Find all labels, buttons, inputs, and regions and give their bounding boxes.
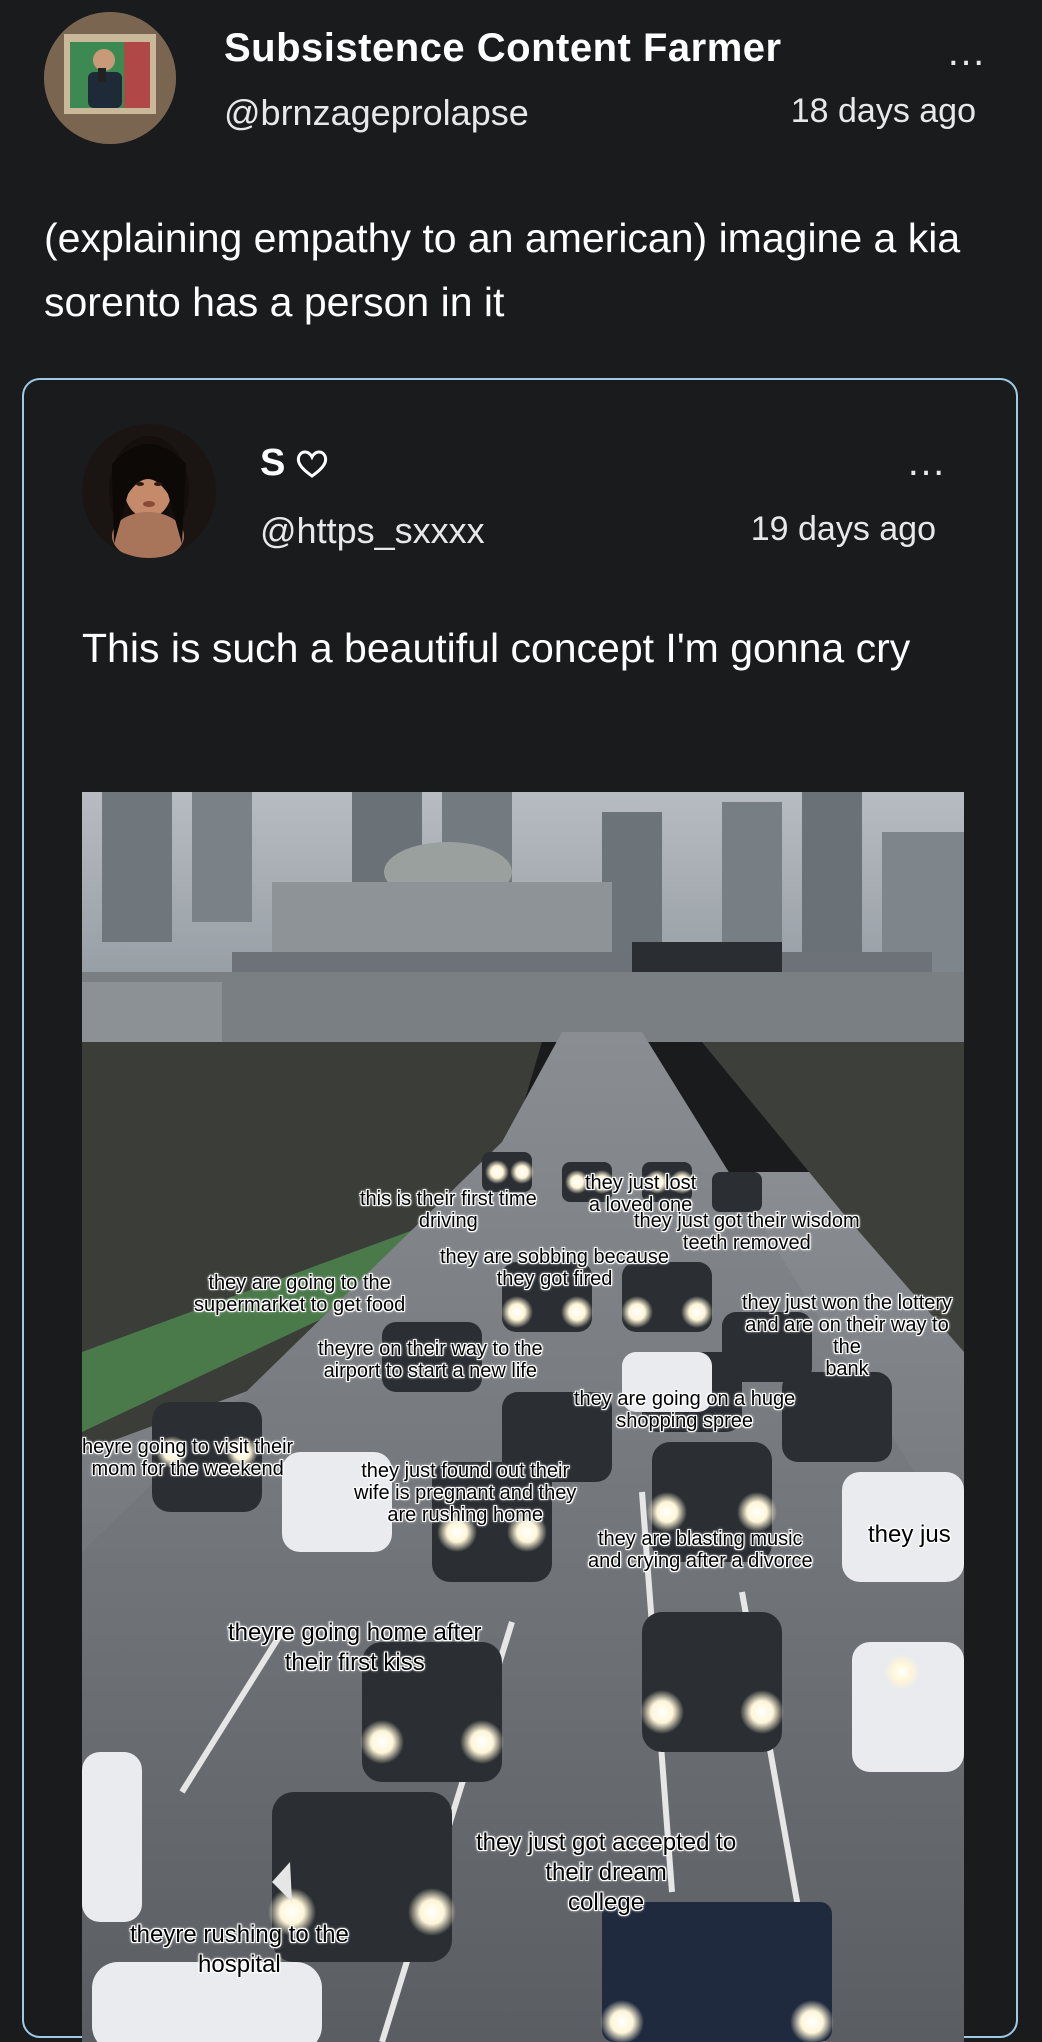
more-options-icon[interactable]: …	[946, 30, 990, 75]
caption-divorce: they are blasting music and crying after…	[588, 1528, 813, 1572]
caption-got-fired: they are sobbing because they got fired	[440, 1246, 670, 1290]
post-text: (explaining empathy to an american) imag…	[44, 215, 961, 325]
quoted-post-text: This is such a beautiful concept I'm gon…	[82, 625, 911, 671]
caption-dream-college: they just got accepted to their dream co…	[476, 1829, 737, 1916]
heart-outline-icon	[297, 450, 328, 478]
caption-won-lottery: they just won the lottery and are on the…	[741, 1292, 953, 1380]
avatar-photo-icon	[82, 424, 216, 558]
caption-airport: theyre on their way to the airport to st…	[318, 1338, 543, 1382]
quoted-display-name[interactable]: S	[260, 442, 329, 485]
caption-visit-mom: heyre going to visit their mom for the w…	[82, 1436, 294, 1480]
caption-cut-off: they jus	[868, 1521, 951, 1548]
quoted-post-card[interactable]: S … @https_sxxxx 19 days ago This is suc…	[22, 378, 1018, 2042]
caption-hospital: theyre rushing to the hospital	[130, 1921, 349, 1978]
quoted-more-options-icon[interactable]: …	[906, 440, 950, 485]
user-avatar[interactable]	[44, 12, 176, 144]
caption-shopping-spree: they are going on a huge shopping spree	[574, 1388, 796, 1432]
caption-supermarket: they are going to the supermarket to get…	[194, 1272, 406, 1316]
avatar-photo-icon	[44, 12, 176, 144]
post-timestamp: 18 days ago	[790, 92, 976, 130]
user-handle[interactable]: @brnzageprolapse	[224, 92, 529, 134]
quoted-user-avatar[interactable]	[82, 424, 216, 558]
highway-traffic-image[interactable]: this is their first time driving they ju…	[82, 792, 964, 2042]
caption-first-kiss: theyre going home after their first kiss	[228, 1619, 482, 1676]
quoted-user-handle[interactable]: @https_sxxxx	[260, 510, 485, 552]
caption-wife-pregnant: they just found out their wife is pregna…	[354, 1460, 577, 1526]
caption-first-time-driving: this is their first time driving	[360, 1188, 537, 1232]
quoted-post-timestamp: 19 days ago	[750, 510, 936, 548]
quoted-display-name-label: S	[260, 442, 286, 484]
display-name[interactable]: Subsistence Content Farmer	[224, 26, 782, 71]
post-header: Subsistence Content Farmer … @brnzagepro…	[0, 0, 1042, 160]
